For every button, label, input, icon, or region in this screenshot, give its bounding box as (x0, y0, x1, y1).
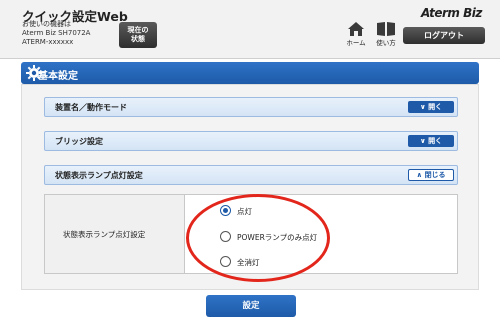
expand-button[interactable]: ∨ 開く (408, 101, 454, 113)
chevron-down-icon: ∨ (419, 137, 429, 145)
collapse-button[interactable]: ∧ 閉じる (408, 169, 454, 181)
device-model: Aterm Biz SH7072A (22, 29, 91, 37)
device-label: お使いの機器は (22, 20, 71, 28)
accordion-device-mode[interactable]: 装置名／動作モード ∨ 開く (44, 97, 458, 117)
help-label: 使い方 (376, 39, 396, 47)
home-label: ホーム (346, 39, 366, 47)
submit-button[interactable]: 設定 (206, 295, 296, 317)
highlight-circle (186, 194, 330, 282)
page-title: 基本設定 (38, 71, 78, 82)
book-icon (377, 22, 395, 36)
accordion-label: 装置名／動作モード (55, 103, 127, 112)
chevron-up-icon: ∧ (416, 171, 425, 179)
brand-logo: Aterm Biz (421, 6, 482, 20)
status-button-line2: 状態 (131, 35, 145, 43)
logout-button[interactable]: ログアウト (403, 27, 485, 44)
accordion-bridge[interactable]: ブリッジ設定 ∨ 開く (44, 131, 458, 151)
current-status-button[interactable]: 現在の 状態 (119, 22, 157, 48)
chevron-down-icon: ∨ (419, 103, 429, 111)
help-nav-button[interactable]: 使い方 (374, 22, 398, 52)
accordion-label: ブリッジ設定 (55, 137, 103, 146)
device-name: ATERM-xxxxxx (22, 38, 74, 46)
section-header (21, 62, 479, 84)
status-button-line1: 現在の (127, 26, 149, 34)
expand-button[interactable]: ∨ 開く (408, 135, 454, 147)
accordion-lamp[interactable]: 状態表示ランプ点灯設定 ∧ 閉じる (44, 165, 458, 185)
lamp-setting-label: 状態表示ランプ点灯設定 (63, 230, 146, 239)
accordion-label: 状態表示ランプ点灯設定 (55, 171, 143, 180)
home-nav-button[interactable]: ホーム (344, 22, 368, 52)
home-icon (348, 22, 364, 36)
